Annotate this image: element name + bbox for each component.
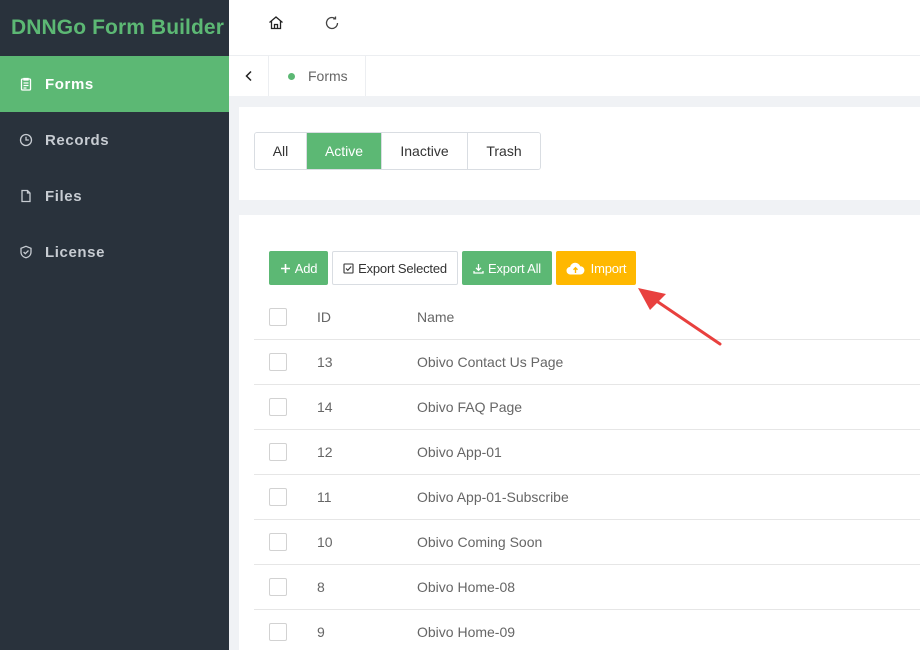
table-row: 10 Obivo Coming Soon [254, 520, 920, 565]
filter-trash-button[interactable]: Trash [468, 133, 540, 169]
column-header-name: Name [417, 309, 455, 325]
sidebar-item-label: Records [45, 131, 110, 149]
row-checkbox[interactable] [269, 398, 287, 416]
export-all-button[interactable]: Export All [462, 251, 552, 285]
back-button[interactable] [229, 56, 269, 96]
brand-logo[interactable]: DNNGo Form Builder [0, 0, 229, 56]
table-row: 12 Obivo App-01 [254, 430, 920, 475]
row-id: 13 [317, 354, 333, 370]
row-checkbox[interactable] [269, 443, 287, 461]
forms-table: ID Name 13 Obivo Contact Us Page 14 Obiv… [254, 295, 920, 650]
sidebar-item-license[interactable]: License [0, 224, 229, 280]
status-filter-group: All Active Inactive Trash [254, 132, 541, 170]
page-tabs-bar: Forms [229, 56, 920, 96]
export-selected-label: Export Selected [358, 260, 447, 276]
table-row: 11 Obivo App-01-Subscribe [254, 475, 920, 520]
row-id: 14 [317, 399, 333, 415]
table-toolbar: Add Export Selected Export All Import [269, 251, 636, 285]
forms-table-card: Add Export Selected Export All Import ID… [239, 215, 920, 650]
row-name: Obivo App-01-Subscribe [417, 489, 569, 505]
table-row: 9 Obivo Home-09 [254, 610, 920, 650]
refresh-icon[interactable] [323, 14, 341, 32]
filter-active-button[interactable]: Active [307, 133, 382, 169]
row-name: Obivo Home-08 [417, 579, 516, 595]
brand-title: DNNGo Form Builder [11, 16, 224, 39]
row-checkbox[interactable] [269, 488, 287, 506]
chevron-left-icon [244, 70, 252, 82]
table-row: 14 Obivo FAQ Page [254, 385, 920, 430]
row-name: Obivo FAQ Page [417, 399, 523, 415]
row-checkbox[interactable] [269, 578, 287, 596]
plus-icon [280, 263, 290, 273]
top-bar [229, 0, 920, 56]
sidebar-item-files[interactable]: Files [0, 168, 229, 224]
download-icon [473, 263, 484, 274]
select-all-checkbox[interactable] [269, 308, 287, 326]
add-button[interactable]: Add [269, 251, 328, 285]
sidebar-item-records[interactable]: Records [0, 112, 229, 168]
add-button-label: Add [294, 260, 318, 276]
import-button[interactable]: Import [556, 251, 636, 285]
row-name: Obivo Home-09 [417, 624, 516, 640]
row-id: 11 [317, 489, 332, 505]
file-icon [19, 189, 33, 203]
export-selected-button[interactable]: Export Selected [332, 251, 458, 285]
column-header-id: ID [317, 309, 331, 325]
clock-icon [19, 133, 33, 147]
sidebar: DNNGo Form Builder Forms Records Files L… [0, 0, 229, 650]
row-id: 8 [317, 579, 325, 595]
row-name: Obivo App-01 [417, 444, 502, 460]
row-name: Obivo Contact Us Page [417, 354, 564, 370]
row-id: 10 [317, 534, 333, 550]
table-row: 8 Obivo Home-08 [254, 565, 920, 610]
row-checkbox[interactable] [269, 353, 287, 371]
home-icon[interactable] [267, 14, 285, 32]
table-row: 13 Obivo Contact Us Page [254, 340, 920, 385]
active-dot-icon [288, 72, 295, 80]
row-id: 9 [317, 624, 325, 640]
checkbox-icon [343, 262, 354, 274]
filter-inactive-button[interactable]: Inactive [382, 133, 468, 169]
cloud-upload-icon [566, 262, 585, 275]
row-checkbox[interactable] [269, 533, 287, 551]
row-name: Obivo Coming Soon [417, 534, 543, 550]
tab-forms[interactable]: Forms [269, 56, 366, 96]
import-label: Import [590, 260, 627, 276]
filter-card: All Active Inactive Trash [239, 107, 920, 200]
table-header-row: ID Name [254, 295, 920, 340]
clipboard-icon [19, 77, 33, 91]
sidebar-item-label: Files [45, 187, 83, 205]
shield-check-icon [19, 245, 33, 259]
tab-label: Forms [308, 68, 348, 84]
filter-all-button[interactable]: All [255, 133, 307, 169]
row-id: 12 [317, 444, 333, 460]
sidebar-item-label: Forms [45, 75, 94, 93]
sidebar-item-label: License [45, 243, 106, 261]
sidebar-item-forms[interactable]: Forms [0, 56, 229, 112]
export-all-label: Export All [488, 260, 541, 276]
row-checkbox[interactable] [269, 623, 287, 641]
